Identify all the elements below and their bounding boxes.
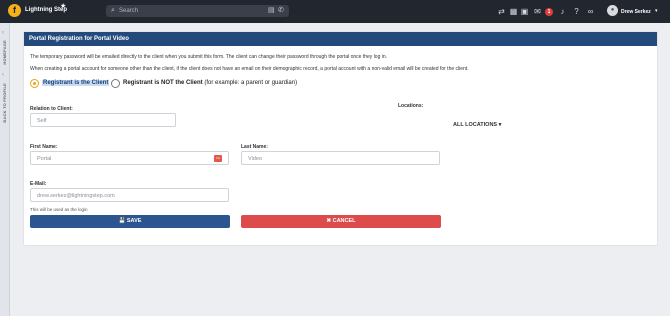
top-navigation-bar: f Lightning Step ★ ⌕ Search ▤ ✆ ⇄ ▦ ▣ ✉ … xyxy=(0,0,670,23)
not-client-label: Registrant is NOT the Client xyxy=(123,80,203,86)
search-input[interactable]: Search xyxy=(119,8,138,14)
first-name-value: Portal xyxy=(37,156,52,162)
email-value: drew.serkez@lightningstep.com xyxy=(37,193,115,199)
calendar-icon[interactable]: ▦ xyxy=(509,7,518,16)
user-name[interactable]: Drew Serkez xyxy=(621,9,651,15)
grid-icon[interactable]: ▣ xyxy=(520,7,529,16)
radio-label-client[interactable]: Registrant is the Client xyxy=(42,80,110,86)
phone-icon[interactable]: ✆ xyxy=(278,7,284,15)
swap-icon[interactable]: ⇄ xyxy=(497,7,506,16)
star-icon[interactable]: ★ xyxy=(60,3,66,10)
lightning-step-logo[interactable]: f xyxy=(8,4,21,17)
locations-dropdown[interactable]: ALL LOCATIONS ▾ xyxy=(453,122,501,128)
first-name-label: First Name: xyxy=(30,144,58,150)
notification-badge[interactable]: 1 xyxy=(545,8,553,16)
relation-label: Relation to Client: xyxy=(30,106,73,112)
locations-label: Locations: xyxy=(398,103,424,109)
chevron-left-icon[interactable]: ‹ xyxy=(2,30,4,36)
last-name-label: Last Name: xyxy=(241,144,268,150)
chat-icon[interactable]: ✉ xyxy=(533,7,542,16)
radio-registrant-not-client[interactable] xyxy=(111,79,120,88)
email-field[interactable]: drew.serkez@lightningstep.com xyxy=(30,188,229,202)
search-box[interactable]: ⌕ Search ▤ ✆ xyxy=(106,5,289,17)
last-name-field[interactable]: Video xyxy=(241,151,440,165)
radio-registrant-is-client[interactable] xyxy=(30,79,39,88)
not-client-hint: (for example: a parent or guardian) xyxy=(204,80,298,86)
save-button[interactable]: 💾 SAVE xyxy=(30,215,230,228)
sidenav-homepage[interactable]: HOMEPAGE xyxy=(2,40,7,65)
avatar[interactable]: ● xyxy=(607,5,618,16)
sidenav-back-to-profile[interactable]: BACK TO PROFILE xyxy=(2,83,7,123)
portal-registration-card: Portal Registration for Portal Video The… xyxy=(23,31,658,246)
caret-down-icon[interactable]: ▾ xyxy=(655,8,658,14)
chevron-left-icon[interactable]: ‹ xyxy=(2,72,4,78)
link-icon[interactable]: ∞ xyxy=(586,7,595,16)
password-note: The temporary password will be emailed d… xyxy=(30,54,388,60)
first-name-field[interactable]: Portal ••• xyxy=(30,151,229,165)
search-icon: ⌕ xyxy=(111,7,115,14)
email-help-text: This will be used as the login xyxy=(30,207,88,212)
email-note: When creating a portal account for someo… xyxy=(30,66,469,72)
last-name-value: Video xyxy=(248,156,262,162)
cancel-button[interactable]: ✖ CANCEL xyxy=(241,215,441,228)
side-navigation: ‹ HOMEPAGE ‹ BACK TO PROFILE xyxy=(0,23,10,316)
help-icon[interactable]: ? xyxy=(572,7,581,16)
relation-field[interactable]: Self xyxy=(30,113,176,127)
relation-value: Self xyxy=(37,118,47,124)
radio-label-not-client[interactable]: Registrant is NOT the Client (for exampl… xyxy=(123,80,297,86)
email-label: E-Mail: xyxy=(30,181,47,187)
card-title: Portal Registration for Portal Video xyxy=(24,32,657,46)
password-manager-icon[interactable]: ••• xyxy=(214,155,222,162)
id-card-icon[interactable]: ▤ xyxy=(268,7,275,15)
bell-icon[interactable]: ♪ xyxy=(558,7,567,16)
